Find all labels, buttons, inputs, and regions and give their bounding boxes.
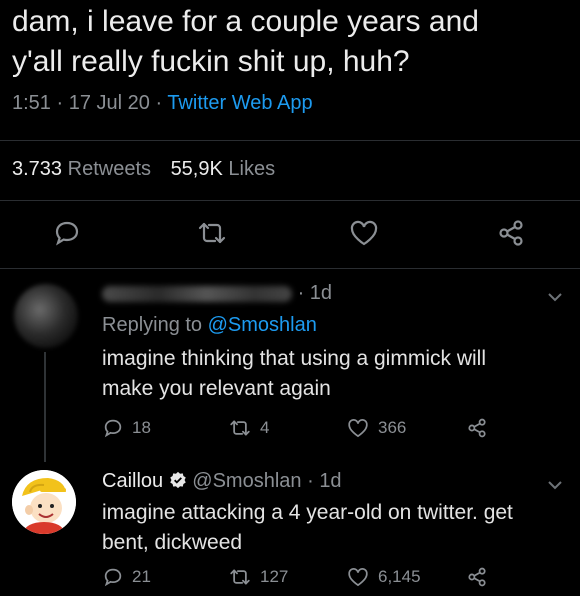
share-icon [468, 418, 486, 438]
tweet-time[interactable]: 1:51 [12, 92, 51, 114]
reply-icon [104, 419, 122, 438]
likes-stat[interactable]: 55,9K Likes [171, 158, 276, 180]
reply-icon [104, 568, 122, 587]
meta-separator: · [56, 92, 69, 114]
retweet-button[interactable]: 4 [228, 417, 269, 439]
reply-actions: 18 4 366 [102, 417, 522, 447]
reply-text-line: make you relevant again [102, 377, 331, 400]
like-button[interactable] [348, 218, 380, 250]
replying-prefix: Replying to [102, 314, 203, 336]
handle[interactable]: @Smoshlan [192, 470, 301, 492]
like-button[interactable]: 366 [346, 417, 406, 439]
retweet-button[interactable]: 127 [228, 566, 288, 588]
retweet-button[interactable] [196, 218, 228, 250]
caillou-avatar-icon [12, 470, 76, 534]
blurred-username[interactable] [102, 285, 292, 302]
like-button[interactable]: 6,145 [346, 566, 421, 588]
retweet-icon [230, 569, 250, 585]
retweet-count: 4 [260, 418, 270, 437]
tweet-text-line: dam, i leave for a couple years and [12, 5, 479, 38]
retweet-count: 127 [260, 567, 289, 586]
avatar[interactable] [14, 284, 78, 348]
likes-count: 55,9K [170, 158, 223, 180]
retweet-icon [230, 420, 250, 436]
reply-header: Caillou @Smoshlan · 1d [102, 470, 342, 493]
likes-label: Likes [228, 158, 276, 180]
chevron-down-icon[interactable] [546, 476, 564, 494]
reply-text-line: bent, dickweed [102, 531, 243, 554]
tweet-actions [0, 218, 580, 254]
separator: · [307, 470, 320, 492]
reply-button[interactable]: 21 [102, 566, 151, 588]
separator: · [297, 282, 310, 304]
share-icon [499, 220, 523, 246]
reply-text: imagine thinking that using a gimmick wi… [102, 344, 552, 404]
reply-text-line: imagine attacking a 4 year-old on twitte… [102, 501, 513, 524]
tweet-source[interactable]: Twitter Web App [167, 92, 312, 114]
reply-text-line: imagine thinking that using a gimmick wi… [102, 347, 486, 370]
share-icon [468, 567, 486, 587]
thread-line [44, 352, 46, 462]
like-count: 6,145 [378, 567, 421, 586]
like-count: 366 [378, 418, 407, 437]
share-button[interactable] [496, 218, 528, 250]
retweet-icon [198, 222, 226, 244]
divider [0, 200, 580, 201]
verified-icon [169, 471, 186, 489]
meta-separator: · [155, 92, 168, 114]
reply-button[interactable] [52, 218, 84, 250]
divider [0, 268, 580, 269]
share-button[interactable] [466, 566, 488, 588]
reply-time[interactable]: 1d [310, 282, 332, 304]
reply-count: 18 [132, 418, 151, 437]
reply-icon [55, 221, 79, 246]
tweet-text-line: y'all really fuckin shit up, huh? [12, 45, 410, 78]
replying-to: Replying to @Smoshlan [102, 314, 317, 337]
tweet-text: dam, i leave for a couple years and y'al… [12, 2, 568, 82]
reply-actions: 21 127 6,145 [102, 566, 522, 596]
reply-header: · 1d [102, 282, 332, 305]
reply-count: 21 [132, 567, 151, 586]
like-icon [350, 220, 378, 246]
tweet-stats: 3.733 Retweets 55,9K Likes [12, 158, 289, 181]
divider [0, 140, 580, 141]
display-name[interactable]: Caillou [102, 470, 163, 492]
like-icon [348, 419, 368, 438]
like-icon [348, 568, 368, 587]
reply-time[interactable]: 1d [319, 470, 341, 492]
retweets-count: 3.733 [12, 158, 63, 180]
avatar[interactable] [12, 470, 76, 534]
reply-text: imagine attacking a 4 year-old on twitte… [102, 498, 552, 558]
share-button[interactable] [466, 417, 488, 439]
retweets-stat[interactable]: 3.733 Retweets [12, 158, 151, 180]
reply-button[interactable]: 18 [102, 417, 151, 439]
replying-handle[interactable]: @Smoshlan [208, 314, 317, 336]
tweet-meta: 1:51 · 17 Jul 20 · Twitter Web App [12, 92, 313, 115]
retweets-label: Retweets [67, 158, 151, 180]
tweet-date[interactable]: 17 Jul 20 [69, 92, 150, 114]
chevron-down-icon[interactable] [546, 288, 564, 306]
